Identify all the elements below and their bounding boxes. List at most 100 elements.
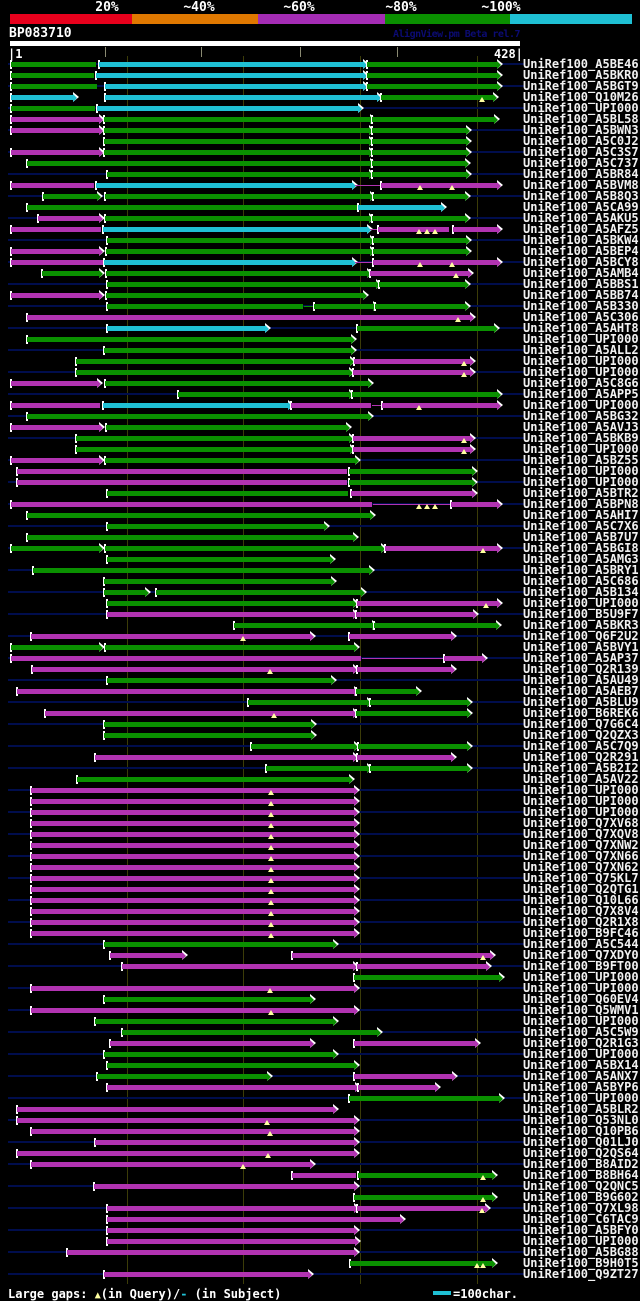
arrowhead-icon <box>497 258 501 267</box>
arrowhead-icon <box>470 313 474 322</box>
arrowhead-icon <box>473 610 477 619</box>
hsp-bar <box>77 777 349 782</box>
arrowhead-icon <box>467 709 471 718</box>
arrowhead-icon <box>354 984 358 993</box>
hsp-bar <box>31 788 354 793</box>
gap-marker-icon <box>424 229 430 234</box>
hsp-bar <box>370 700 467 705</box>
arrowhead-icon <box>99 544 103 553</box>
arrowhead-icon <box>354 841 358 850</box>
arrowhead-icon <box>99 291 103 300</box>
hsp-bar <box>354 1195 492 1200</box>
hsp-bar <box>354 1074 452 1079</box>
hsp-thin-line <box>362 658 443 659</box>
hsp-bar <box>105 381 368 386</box>
hsp-bar <box>353 436 470 441</box>
hsp-bar <box>106 293 363 298</box>
hsp-bar <box>38 216 99 221</box>
arrowhead-icon <box>499 1094 503 1103</box>
arrowhead-icon <box>310 632 314 641</box>
hsp-bar <box>367 73 497 78</box>
hsp-bar <box>451 502 497 507</box>
arrowhead-icon <box>354 1127 358 1136</box>
gap-marker-icon <box>268 878 274 883</box>
arrowhead-icon <box>465 302 469 311</box>
gap-marker-icon <box>267 669 273 674</box>
hsp-bar <box>292 953 490 958</box>
hsp-bar <box>11 458 99 463</box>
hsp-bar <box>96 73 363 78</box>
gap-marker-icon <box>461 372 467 377</box>
arrowhead-icon <box>310 1039 314 1048</box>
hsp-bar <box>17 1107 333 1112</box>
hsp-bar <box>372 117 494 122</box>
arrowhead-icon <box>308 1270 312 1279</box>
hsp-bar <box>104 117 370 122</box>
ruler-tick <box>105 47 106 57</box>
scale-segment <box>385 14 510 24</box>
hsp-bar <box>291 403 371 408</box>
scale-percent-label: ~60% <box>283 0 315 15</box>
arrowhead-icon <box>97 192 101 201</box>
arrowhead-icon <box>497 181 501 190</box>
hsp-bar <box>358 1173 492 1178</box>
alignment-viewer: 20% ~40% ~60% ~80% ~100% BP083710 AlignView.… <box>0 0 640 1301</box>
hsp-bar <box>349 1096 499 1101</box>
arrowhead-icon <box>470 357 474 366</box>
ruler-tick <box>201 47 202 57</box>
arrowhead-icon <box>497 82 501 91</box>
hsp-bar <box>11 183 94 188</box>
hsp-bar <box>31 909 354 914</box>
hsp-bar <box>357 755 451 760</box>
hsp-bar <box>11 656 361 661</box>
gap-marker-icon <box>268 823 274 828</box>
arrowhead-icon <box>324 522 328 531</box>
hsp-bar <box>373 238 466 243</box>
hsp-bar <box>356 612 473 617</box>
hsp-bar <box>96 183 352 188</box>
arrowhead-icon <box>465 159 469 168</box>
hsp-bar <box>11 293 99 298</box>
arrowhead-icon <box>472 489 476 498</box>
arrowhead-icon <box>494 324 498 333</box>
hsp-bar <box>251 744 354 749</box>
scale-segment <box>10 14 132 24</box>
gap-marker-icon <box>268 801 274 806</box>
hsp-bar <box>67 1250 354 1255</box>
gap-marker-icon <box>483 603 489 608</box>
hit-label[interactable]: UniRef100_Q9ZT27 <box>523 1268 639 1280</box>
gap-marker-icon <box>480 1263 486 1268</box>
hsp-bar <box>372 150 466 155</box>
hsp-bar <box>11 425 99 430</box>
hsp-bar <box>105 546 381 551</box>
arrowhead-icon <box>493 93 497 102</box>
hsp-bar <box>107 1206 354 1211</box>
hsp-bar <box>104 722 311 727</box>
hsp-bar <box>375 304 465 309</box>
hsp-bar <box>103 227 367 232</box>
hsp-bar <box>31 876 354 881</box>
scale-percent-label: ~40% <box>183 0 215 15</box>
hsp-bar <box>357 667 451 672</box>
gap-marker-icon <box>240 636 246 641</box>
hsp-bar <box>11 150 99 155</box>
hsp-bar <box>76 447 350 452</box>
hsp-bar <box>178 392 349 397</box>
hsp-bar <box>104 997 310 1002</box>
arrowhead-icon <box>333 940 337 949</box>
query-bar <box>10 41 520 46</box>
hsp-bar <box>105 216 369 221</box>
gap-marker-icon <box>268 933 274 938</box>
arrowhead-icon <box>496 621 500 630</box>
hsp-bar <box>31 821 354 826</box>
hsp-bar <box>97 1074 267 1079</box>
arrowhead-icon <box>346 423 350 432</box>
hsp-bar <box>354 975 499 980</box>
gap-marker-icon <box>461 449 467 454</box>
alignment-row[interactable]: UniRef100_Q9ZT27 <box>0 1268 640 1280</box>
ruler-tick <box>397 47 398 57</box>
hsp-bar <box>11 84 97 89</box>
hsp-thin-line <box>355 185 380 186</box>
arrowhead-icon <box>467 698 471 707</box>
arrowhead-icon <box>472 467 476 476</box>
